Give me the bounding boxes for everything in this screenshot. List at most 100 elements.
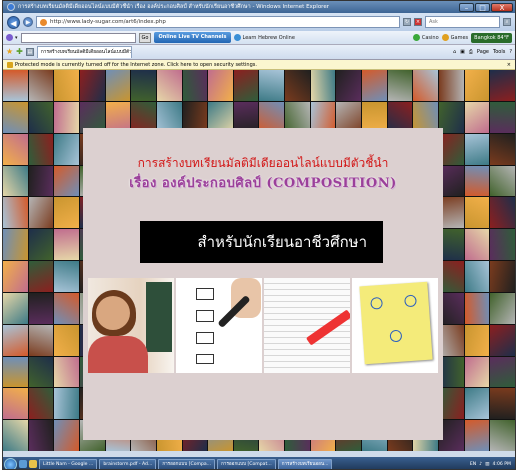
mosaic-tile [54, 420, 79, 451]
start-button[interactable] [4, 457, 17, 469]
site-favicon-icon [40, 18, 47, 26]
mosaic-tile [464, 197, 490, 229]
feeds-icon[interactable]: ▣ [460, 49, 465, 55]
learn-hebrew-label: Learn Hebrew Online [242, 34, 295, 41]
mosaic-tile [28, 420, 54, 451]
mosaic-tile [490, 133, 515, 165]
mosaic-tile [28, 261, 54, 292]
folder-quicklaunch-icon[interactable] [29, 460, 37, 468]
mosaic-tile [28, 356, 54, 388]
mosaic-tile [413, 70, 439, 101]
mosaic-tile [3, 70, 28, 101]
mosaic-tile [490, 356, 515, 388]
intro-card: การสร้างบทเรียนมัลติมีเดียออนไลน์แบบมีตั… [83, 128, 443, 440]
mosaic-tile [54, 70, 79, 101]
tab-list-icon[interactable]: ▤ [25, 48, 34, 56]
tools-menu[interactable]: Tools [493, 49, 505, 55]
weather-widget[interactable]: Bangkok 84°F [471, 32, 512, 43]
help-icon[interactable]: ? [509, 49, 512, 55]
mosaic-tile [182, 70, 208, 101]
student-photo [88, 278, 174, 373]
minimize-button[interactable]: – [459, 2, 474, 12]
close-infobar-icon[interactable]: × [507, 60, 511, 70]
mosaic-tile [3, 197, 28, 229]
info-bar-message: Protected mode is currently turned off f… [15, 61, 257, 68]
toolbar-logo-icon: ▾ [6, 34, 18, 41]
mosaic-tile [54, 261, 79, 292]
mosaic-tile [54, 165, 79, 197]
stop-icon[interactable]: × [414, 18, 422, 26]
casino-link[interactable]: Casino [412, 34, 439, 41]
mosaic-tile [54, 101, 79, 133]
mosaic-tile [362, 70, 387, 101]
maximize-button[interactable]: □ [475, 2, 490, 12]
mosaic-tile [490, 324, 515, 356]
network-icon[interactable]: ▥ [485, 462, 489, 467]
window-title: การสร้างบทเรียนมัลติมีเดียออนไลน์แบบมีตั… [18, 4, 329, 10]
page-menu[interactable]: Page [477, 49, 489, 55]
games-label: Games [450, 34, 469, 41]
mosaic-tile [464, 229, 490, 260]
back-button[interactable]: ◀ [7, 15, 20, 29]
browser-tab[interactable]: การสร้างบทเรียนมัลติมีเดียออนไลน์แบบมีตั… [36, 46, 132, 58]
mosaic-tile [464, 133, 490, 165]
sticky-note-diagram [352, 278, 438, 373]
mosaic-tile [3, 133, 28, 165]
mosaic-tile [3, 229, 28, 260]
mosaic-tile [464, 324, 490, 356]
mosaic-tile [464, 356, 490, 388]
language-indicator[interactable]: EN [470, 462, 476, 467]
mosaic-tile [490, 229, 515, 260]
close-button[interactable]: X [491, 2, 513, 12]
mosaic-tile [490, 70, 515, 101]
go-button[interactable]: Go [138, 32, 152, 43]
tv-channels-button[interactable]: Online Live TV Channels [154, 32, 231, 43]
audience-banner[interactable]: สำหรับนักเรียนอาชีวศึกษา [140, 221, 383, 263]
checkbox-photo [176, 278, 262, 373]
security-info-bar[interactable]: Protected mode is currently turned off f… [3, 60, 515, 70]
mosaic-tile [464, 292, 490, 324]
url-field[interactable]: http://www.lady-sugar.com/art6/index.php [36, 16, 400, 28]
games-link[interactable]: Games [441, 34, 469, 41]
print-icon[interactable]: ⎙ [469, 49, 473, 55]
mosaic-tile [464, 165, 490, 197]
mosaic-tile [310, 70, 336, 101]
mosaic-tile [28, 388, 54, 420]
mosaic-tile [79, 70, 105, 101]
search-input[interactable]: Ask [425, 16, 500, 28]
home-icon[interactable]: ⌂ [453, 49, 456, 55]
volume-icon[interactable]: ♪ [479, 462, 482, 467]
mosaic-tile [3, 356, 28, 388]
forward-button[interactable]: ▶ [23, 17, 33, 27]
taskbar-item[interactable]: Little Nam - Google ... [39, 458, 98, 469]
mosaic-tile [208, 70, 233, 101]
taskbar-item[interactable]: brainstorm.pdf - Ad... [99, 458, 157, 469]
mosaic-tile [3, 165, 28, 197]
taskbar-item-active[interactable]: การสร้างบทเรียนออน... [277, 458, 333, 469]
add-favorite-icon[interactable]: ✚ [16, 48, 23, 56]
taskbar-item[interactable]: การออกแบบ [Compa... [158, 458, 216, 469]
mosaic-tile [28, 70, 54, 101]
intro-photo-strip [88, 278, 438, 373]
refresh-icon[interactable]: ↻ [403, 18, 411, 26]
toolbar-search-input[interactable] [20, 32, 136, 43]
mosaic-tile [464, 261, 490, 292]
mosaic-tile [259, 70, 285, 101]
system-tray: EN ♪ ▥ 4:06 PM [470, 458, 515, 469]
casino-label: Casino [421, 34, 439, 41]
browser-window: การสร้างบทเรียนมัลติมีเดียออนไลน์แบบมีตั… [2, 0, 516, 470]
favorites-star-icon[interactable]: ★ [6, 48, 13, 56]
search-icon[interactable]: ⌕ [503, 18, 511, 26]
clock[interactable]: 4:06 PM [492, 462, 511, 467]
mosaic-tile [105, 70, 131, 101]
mosaic-tile [336, 70, 362, 101]
mosaic-tile [464, 420, 490, 451]
mosaic-tile [490, 197, 515, 229]
ie-quicklaunch-icon[interactable] [19, 460, 27, 468]
mosaic-tile [439, 70, 464, 101]
learn-hebrew-link[interactable]: Learn Hebrew Online [233, 34, 295, 41]
command-bar: ⌂ ▣ ⎙ Page Tools ? [453, 49, 512, 55]
mosaic-tile [28, 101, 54, 133]
taskbar-item[interactable]: การออกแบบ [Compat... [217, 458, 276, 469]
web-page: การสร้างบทเรียนมัลติมีเดียออนไลน์แบบมีตั… [3, 70, 515, 451]
